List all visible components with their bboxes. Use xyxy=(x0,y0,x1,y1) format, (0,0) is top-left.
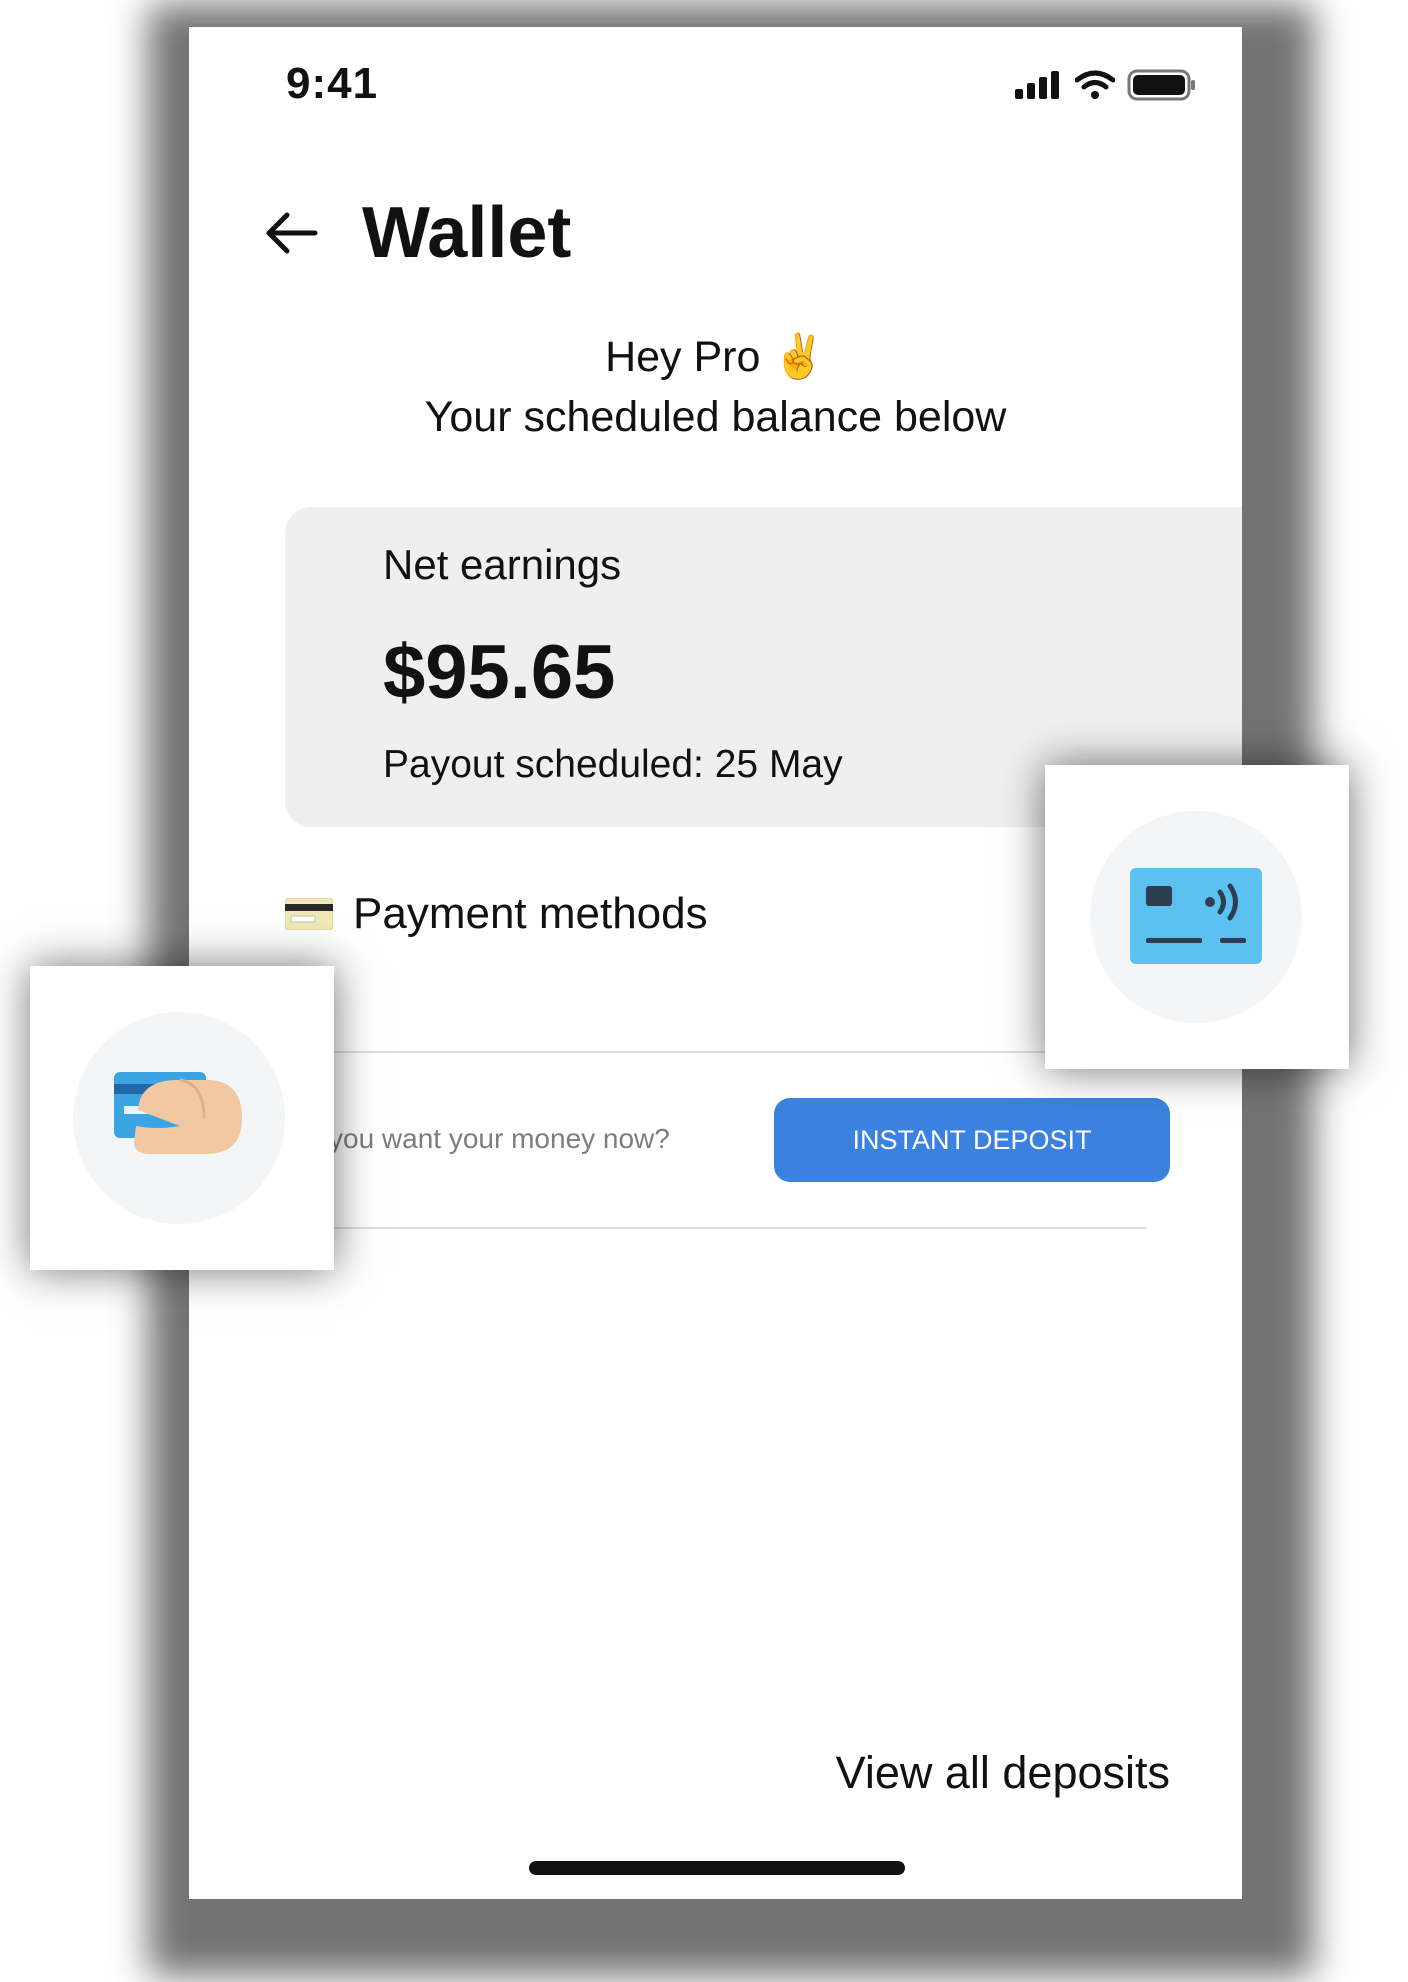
payment-methods-row[interactable]: Payment methods xyxy=(285,889,708,939)
wifi-icon xyxy=(1075,70,1115,99)
signal-icon xyxy=(1015,71,1059,99)
card-in-hand-tile xyxy=(30,966,334,1270)
greeting: Hey Pro ✌️ Your scheduled balance below xyxy=(189,327,1242,447)
earnings-label: Net earnings xyxy=(383,541,622,588)
divider-top xyxy=(285,1051,1147,1053)
battery-icon xyxy=(1127,69,1195,101)
stage: 9:41 Wallet Hey Pro ✌️ Your scheduled ba… xyxy=(0,0,1408,1982)
greeting-line2: Your scheduled balance below xyxy=(424,393,1007,441)
status-icons xyxy=(1015,69,1197,101)
page-title: Wallet xyxy=(362,193,572,273)
status-time: 9:41 xyxy=(286,59,379,108)
credit-card-emoji-icon xyxy=(285,898,333,930)
card-in-hand-icon xyxy=(114,1072,242,1154)
payment-methods-label: Payment methods xyxy=(353,889,708,938)
payout-scheduled: Payout scheduled: 25 May xyxy=(383,743,843,786)
divider-bottom xyxy=(285,1227,1147,1229)
earnings-amount: $95.65 xyxy=(383,630,616,715)
instant-question: you want your money now? xyxy=(329,1123,670,1154)
contactless-card-tile xyxy=(1045,765,1349,1069)
view-all-deposits-link[interactable]: View all deposits xyxy=(836,1747,1170,1799)
greeting-line1: Hey Pro ✌️ xyxy=(605,333,826,381)
contactless-card-icon xyxy=(1130,868,1262,964)
instant-deposit-button[interactable]: INSTANT DEPOSIT xyxy=(774,1098,1170,1182)
back-arrow-icon[interactable] xyxy=(261,203,321,263)
home-indicator xyxy=(529,1861,905,1875)
